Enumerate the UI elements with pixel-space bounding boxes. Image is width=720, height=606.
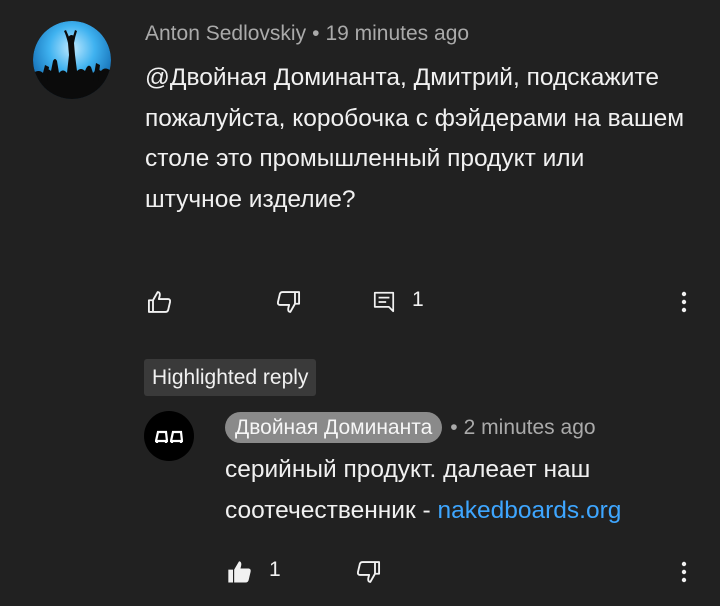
reply-time[interactable]: 2 minutes ago	[464, 416, 596, 440]
comment-time[interactable]: 19 minutes ago	[325, 22, 469, 45]
more-vert-icon	[681, 291, 687, 313]
highlighted-reply-badge: Highlighted reply	[144, 359, 317, 396]
comment-actions: 1	[140, 282, 720, 322]
dislike-button[interactable]	[268, 282, 308, 322]
reply-link[interactable]: nakedboards.org	[437, 497, 621, 524]
reply-meta: Двойная Доминанта • 2 minutes ago	[225, 412, 596, 443]
meta-separator: •	[312, 22, 320, 45]
reply-author-chip[interactable]: Двойная Доминанта	[225, 412, 443, 443]
reply-comment-icon	[373, 291, 395, 313]
author-avatar[interactable]	[33, 21, 111, 99]
thumb-down-outline-icon	[276, 291, 301, 313]
reply-like-count: 1	[269, 558, 281, 581]
like-button[interactable]	[140, 282, 180, 322]
dd-logo-icon	[154, 430, 184, 443]
reply-dislike-button[interactable]	[348, 552, 388, 592]
meta-separator: •	[450, 415, 458, 439]
more-vert-icon	[681, 561, 687, 583]
reply-author-avatar[interactable]	[144, 411, 194, 461]
comment-thread: Anton Sedlovskiy • 19 minutes ago @Двойная…	[0, 0, 720, 606]
thumb-up-outline-icon	[147, 291, 172, 313]
reply-actions: 1	[220, 552, 720, 592]
reply-like-button[interactable]	[220, 552, 260, 592]
comment-meta: Anton Sedlovskiy • 19 minutes ago	[145, 22, 469, 46]
reply-text: серийный продукт. далеает наш соотечеств…	[225, 450, 705, 531]
thumb-up-filled-icon	[228, 561, 251, 583]
comment-author[interactable]: Anton Sedlovskiy	[145, 22, 306, 45]
replies-button[interactable]	[364, 282, 404, 322]
more-options-button[interactable]	[672, 282, 696, 322]
thumb-down-outline-icon	[356, 561, 381, 583]
reply-more-options-button[interactable]	[672, 552, 696, 592]
comment-text: @Двойная Доминанта, Дмитрий, подскажите …	[145, 64, 685, 213]
reply-count[interactable]: 1	[412, 288, 424, 312]
concert-crowd-avatar-image	[33, 21, 111, 99]
